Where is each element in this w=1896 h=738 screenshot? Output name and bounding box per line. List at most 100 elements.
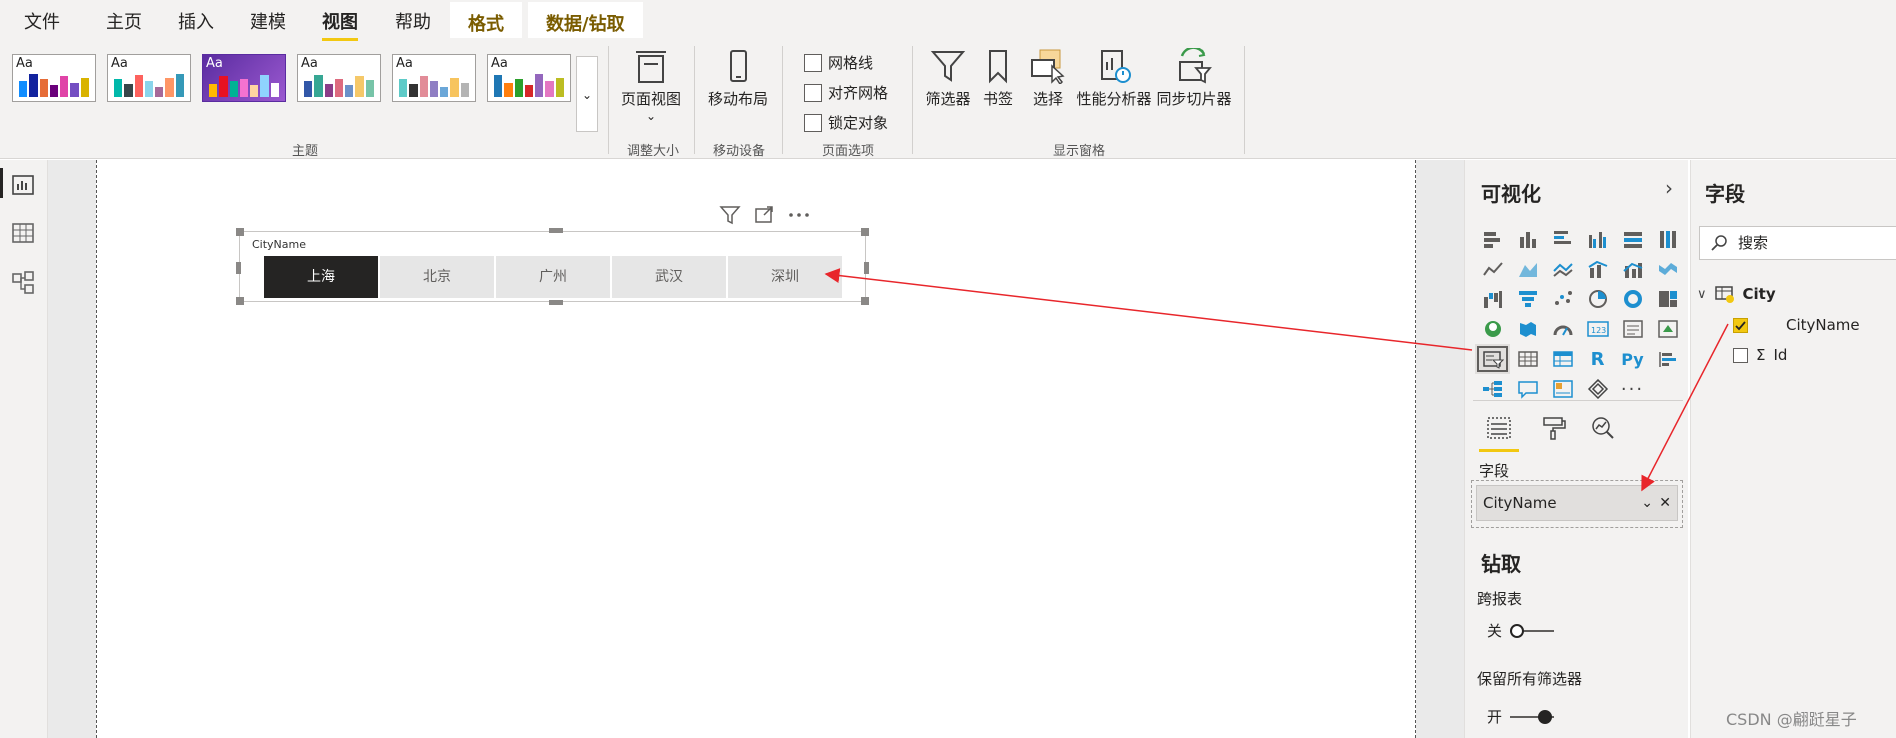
menu-format[interactable]: 格式 [450,2,522,38]
checkbox-checked[interactable] [1733,317,1748,333]
theme-swatch[interactable]: Aa [392,54,476,102]
python-visual-icon[interactable]: Py [1615,344,1650,374]
lock-objects-checkbox[interactable]: 锁定对象 [804,112,888,133]
mobile-layout-label: 移动布局 [707,90,768,108]
ribbon-separator [912,46,913,154]
line-stacked-column-icon[interactable] [1615,254,1650,284]
theme-swatch[interactable]: Aa [107,54,191,102]
remove-field-icon[interactable]: ✕ [1659,486,1671,520]
pie-chart-icon[interactable] [1580,284,1615,314]
gauge-icon[interactable] [1545,314,1580,344]
resize-handle[interactable] [549,300,563,305]
scatter-icon[interactable] [1545,284,1580,314]
treemap-icon[interactable] [1650,284,1685,314]
filled-map-icon[interactable] [1510,314,1545,344]
field-id[interactable]: Σ Id [1733,346,1787,364]
theme-swatch[interactable]: Aa [487,54,571,102]
map-icon[interactable] [1475,314,1510,344]
performance-analyzer-button[interactable]: 性能分析器 [1074,48,1154,109]
resize-handle[interactable] [236,262,241,274]
city-slicer[interactable]: CityName 上海 北京 广州 武汉 深圳 [236,228,869,305]
table-icon[interactable] [1510,344,1545,374]
clustered-bar-icon[interactable] [1545,224,1580,254]
clustered-column-icon[interactable] [1580,224,1615,254]
focus-mode-icon[interactable] [753,204,775,226]
page-view-group-label: 调整大小 [626,144,679,159]
100-stacked-bar-icon[interactable] [1615,224,1650,254]
page-view-button[interactable]: 页面视图 ⌄ [616,48,686,123]
report-view-icon[interactable] [10,172,36,198]
checkbox-unchecked[interactable] [1733,347,1748,363]
theme-swatch[interactable]: Aa [202,54,286,102]
key-influencers-icon[interactable] [1650,344,1685,374]
multi-row-card-icon[interactable] [1615,314,1650,344]
menu-home[interactable]: 主页 [106,8,142,34]
resize-handle[interactable] [236,228,244,236]
toggle-switch-off[interactable] [1510,623,1555,639]
resize-handle[interactable] [861,297,869,305]
field-cityname[interactable]: CityName [1733,316,1860,334]
more-options-icon[interactable] [787,204,811,226]
theme-aa: Aa [206,56,223,71]
field-pill-cityname[interactable]: CityName ⌄ ✕ [1476,485,1678,521]
slicer-item[interactable]: 深圳 [728,256,842,298]
resize-handle[interactable] [861,228,869,236]
chevron-down-icon[interactable]: ⌄ [1641,486,1653,520]
bookmarks-pane-button[interactable]: 书签 [978,48,1018,109]
matrix-icon[interactable] [1545,344,1580,374]
mobile-layout-button[interactable]: 移动布局 [702,48,774,109]
table-city[interactable]: ∨ City [1697,284,1776,304]
area-chart-icon[interactable] [1510,254,1545,284]
menu-view[interactable]: 视图 [322,8,358,41]
menu-insert[interactable]: 插入 [178,8,214,34]
stacked-column-icon[interactable] [1510,224,1545,254]
kpi-icon[interactable] [1650,314,1685,344]
chevron-down-icon[interactable]: ∨ [1697,287,1707,302]
chevron-right-icon[interactable]: › [1665,176,1673,200]
100-stacked-column-icon[interactable] [1650,224,1685,254]
keep-filters-toggle[interactable]: 开 [1487,706,1555,727]
line-clustered-column-icon[interactable] [1580,254,1615,284]
slicer-item[interactable]: 上海 [264,256,378,298]
stacked-area-icon[interactable] [1545,254,1580,284]
model-view-icon[interactable] [10,270,36,296]
gridlines-checkbox[interactable]: 网格线 [804,52,873,73]
resize-handle[interactable] [549,228,563,233]
menu-data-drill[interactable]: 数据/钻取 [528,2,643,38]
line-chart-icon[interactable] [1475,254,1510,284]
snap-to-grid-checkbox[interactable]: 对齐网格 [804,82,888,103]
format-paint-roller-icon[interactable] [1533,408,1573,448]
report-page[interactable]: CityName 上海 北京 广州 武汉 深圳 [96,160,1416,738]
filters-pane-button[interactable]: 筛选器 [922,48,974,109]
card-icon[interactable]: 123 [1580,314,1615,344]
slicer-item[interactable]: 武汉 [612,256,726,298]
menu-file[interactable]: 文件 [24,8,60,34]
fields-well[interactable]: CityName ⌄ ✕ [1471,480,1683,528]
toggle-switch-on[interactable] [1510,709,1555,725]
donut-chart-icon[interactable] [1615,284,1650,314]
analytics-icon[interactable] [1583,408,1623,448]
resize-handle[interactable] [864,262,869,274]
sync-slicers-button[interactable]: 同步切片器 [1156,48,1232,109]
fields-search-input[interactable]: 搜索 [1699,226,1896,260]
fields-tab-icon[interactable] [1479,408,1519,452]
theme-swatch[interactable]: Aa [12,54,96,102]
waterfall-icon[interactable] [1475,284,1510,314]
data-view-icon[interactable] [10,220,36,246]
theme-more-button[interactable]: ⌄ [576,56,598,132]
sigma-icon: Σ [1756,346,1766,364]
r-visual-icon[interactable]: R [1580,344,1615,374]
selection-pane-button[interactable]: 选择 [1026,48,1070,109]
funnel-icon[interactable] [1510,284,1545,314]
visual-filter-icon[interactable] [719,204,741,226]
stacked-bar-icon[interactable] [1475,224,1510,254]
slicer-item[interactable]: 广州 [496,256,610,298]
resize-handle[interactable] [236,297,244,305]
ribbon-chart-icon[interactable] [1650,254,1685,284]
cross-report-toggle[interactable]: 关 [1487,620,1555,641]
slicer-item[interactable]: 北京 [380,256,494,298]
menu-help[interactable]: 帮助 [395,8,431,34]
slicer-icon[interactable] [1475,344,1510,374]
menu-modeling[interactable]: 建模 [250,8,286,34]
theme-swatch[interactable]: Aa [297,54,381,102]
